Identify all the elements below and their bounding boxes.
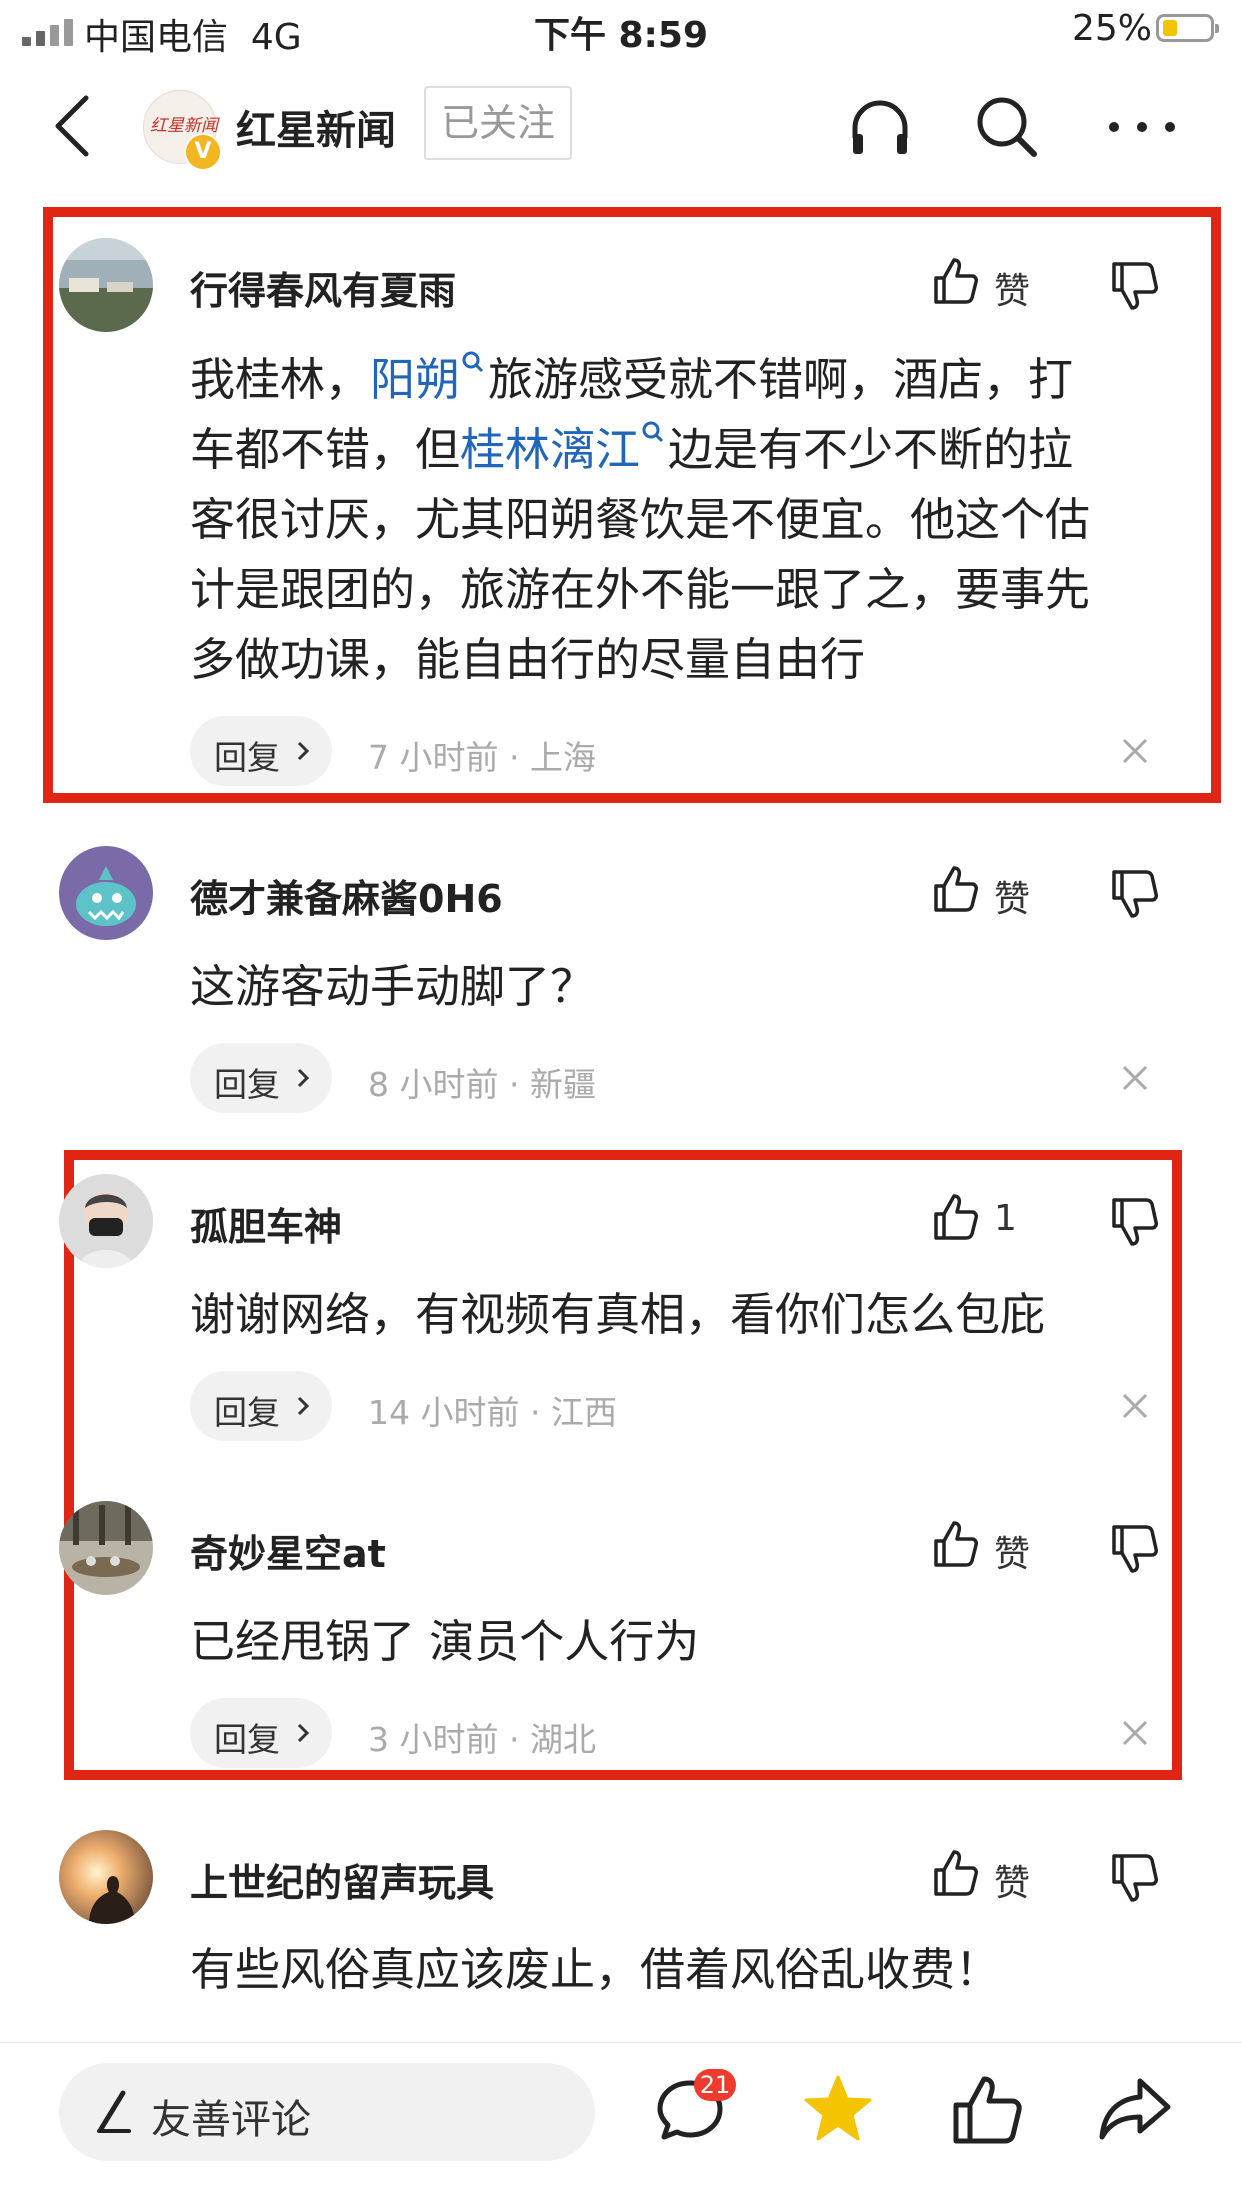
topic-link[interactable]: 阳朔 <box>370 353 460 406</box>
like-label: 赞 <box>994 271 1031 312</box>
commenter-name[interactable]: 奇妙星空at <box>190 1523 386 1578</box>
like-label: 赞 <box>994 1534 1031 1575</box>
dislike-icon[interactable] <box>1110 1850 1160 1906</box>
star-icon[interactable] <box>798 2069 878 2149</box>
thumbs-up-icon <box>934 258 978 304</box>
chevron-right-icon <box>297 1068 310 1088</box>
reply-button[interactable]: 回复 <box>190 716 332 786</box>
publisher-avatar[interactable]: 红星新闻 V <box>143 90 222 171</box>
close-icon[interactable] <box>1120 1718 1150 1748</box>
thumbs-up-icon <box>934 1194 978 1240</box>
like-label: 赞 <box>994 879 1031 920</box>
comment-text: 有些风俗真应该废止，借着风俗乱收费！ <box>190 1943 1001 1996</box>
clock: 下午 8:59 <box>533 15 709 56</box>
battery-percent: 25% <box>1071 8 1152 49</box>
comment-input[interactable]: 友善评论 <box>59 2063 595 2161</box>
timestamp-location: 8 小时前 · 新疆 <box>368 1065 596 1104</box>
close-icon[interactable] <box>1120 1063 1150 1093</box>
comment-count-badge: 21 <box>694 2069 736 2101</box>
chevron-right-icon <box>297 1396 310 1416</box>
comment-text: 谢谢网络，有视频有真相，看你们怎么包庇 <box>190 1288 1046 1341</box>
timestamp-location: 7 小时前 · 上海 <box>368 738 596 777</box>
like-count: 1 <box>994 1198 1017 1239</box>
like-button[interactable]: 赞 <box>932 864 1052 924</box>
dislike-icon[interactable] <box>1110 1521 1160 1577</box>
logo-text: 红星新闻 <box>150 116 218 136</box>
avatar[interactable] <box>59 1830 153 1924</box>
more-icon[interactable] <box>1104 92 1180 162</box>
verified-badge-icon: V <box>184 133 222 171</box>
topic-link[interactable]: 桂林漓江 <box>460 423 640 476</box>
avatar[interactable] <box>59 1501 153 1595</box>
pen-icon <box>97 2090 131 2133</box>
headphones-icon[interactable] <box>845 92 915 162</box>
reply-button[interactable]: 回复 <box>190 1698 332 1768</box>
bottom-bar: 友善评论 21 <box>0 2042 1242 2209</box>
avatar[interactable] <box>59 846 153 940</box>
like-button[interactable]: 赞 <box>932 1848 1052 1908</box>
dislike-icon[interactable] <box>1110 866 1160 922</box>
reply-button[interactable]: 回复 <box>190 1043 332 1113</box>
thumbs-up-icon[interactable] <box>946 2069 1026 2149</box>
commenter-name[interactable]: 孤胆车神 <box>190 1196 342 1251</box>
like-button[interactable]: 1 <box>932 1192 1052 1252</box>
commenter-name[interactable]: 德才兼备麻酱0H6 <box>190 868 503 923</box>
thumbs-up-icon <box>934 1521 978 1567</box>
timestamp-location: 3 小时前 · 湖北 <box>368 1720 596 1759</box>
share-icon[interactable] <box>1094 2069 1174 2149</box>
timestamp-location: 14 小时前 · 江西 <box>368 1393 617 1432</box>
thumbs-up-icon <box>934 1850 978 1896</box>
avatar[interactable] <box>59 1174 153 1268</box>
comment-text: 我桂林，阳朔 旅游感受就不错啊，酒店，打 车都不错，但桂林漓江 边是有不少不断的拉 … <box>190 345 1170 695</box>
chevron-right-icon <box>297 1723 310 1743</box>
battery-icon <box>1156 14 1219 42</box>
nav-bar: 红星新闻 V 红星新闻 已关注 <box>0 80 1242 172</box>
dislike-icon[interactable] <box>1110 1194 1160 1250</box>
like-button[interactable]: 赞 <box>932 1519 1052 1579</box>
comment-placeholder: 友善评论 <box>151 2097 311 2143</box>
status-bar: 中国电信 4G 下午 8:59 25% <box>0 0 1242 66</box>
follow-button[interactable]: 已关注 <box>424 86 572 160</box>
comment-text: 这游客动手动脚了？ <box>190 960 596 1013</box>
dislike-icon[interactable] <box>1110 258 1160 314</box>
thumbs-up-icon <box>934 866 978 912</box>
search-icon <box>642 421 664 443</box>
search-icon[interactable] <box>972 92 1042 162</box>
close-icon[interactable] <box>1120 736 1150 766</box>
close-icon[interactable] <box>1120 1391 1150 1421</box>
back-icon[interactable] <box>50 92 98 160</box>
chevron-right-icon <box>297 741 310 761</box>
comment-text: 已经甩锅了 演员个人行为 <box>190 1615 700 1668</box>
search-icon <box>462 351 484 373</box>
publisher-name[interactable]: 红星新闻 <box>236 98 396 156</box>
reply-button[interactable]: 回复 <box>190 1371 332 1441</box>
avatar[interactable] <box>59 238 153 332</box>
commenter-name[interactable]: 上世纪的留声玩具 <box>190 1852 494 1907</box>
like-button[interactable]: 赞 <box>932 256 1052 316</box>
commenter-name[interactable]: 行得春风有夏雨 <box>190 260 456 315</box>
like-label: 赞 <box>994 1863 1031 1904</box>
